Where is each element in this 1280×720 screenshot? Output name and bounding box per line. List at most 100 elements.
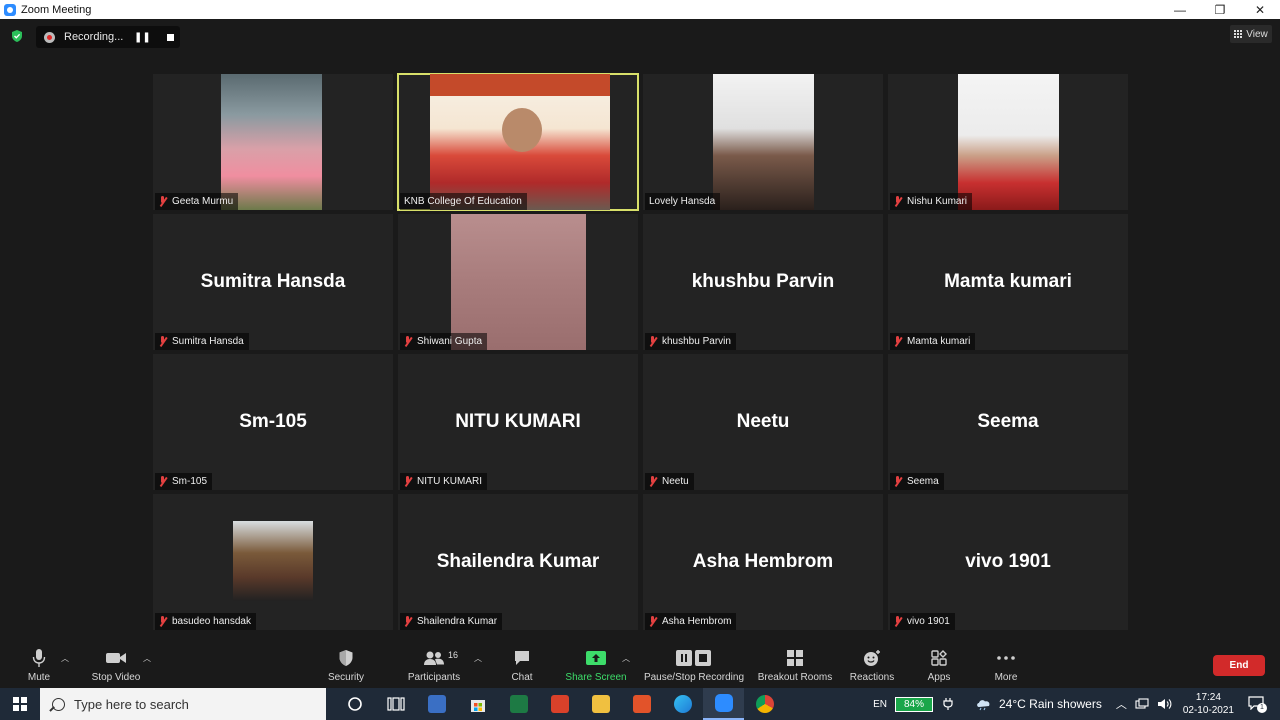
participant-tile[interactable]: Sm-105 Sm-105 [153, 354, 393, 490]
chat-label: Chat [511, 672, 533, 683]
taskbar-app-red[interactable] [539, 688, 580, 720]
participant-name: Sumitra Hansda [172, 336, 244, 347]
pause-stop-recording-button[interactable]: Pause/Stop Recording [642, 639, 746, 688]
tray-chevron-up-icon[interactable]: ︿ [1116, 696, 1127, 712]
participant-tile[interactable]: khushbu Parvin khushbu Parvin [643, 214, 883, 350]
windows-taskbar: Type here to search EN 84% 24°C Rain sho… [0, 688, 1280, 720]
weather-text[interactable]: 24°C Rain showers [999, 697, 1102, 711]
participant-tile[interactable]: basudeo hansdak [153, 494, 393, 630]
participant-tile[interactable]: Asha Hembrom Asha Hembrom [643, 494, 883, 630]
participant-tile[interactable]: Lovely Hansda [643, 74, 883, 210]
muted-mic-icon [648, 336, 657, 347]
taskbar-app-1[interactable] [416, 688, 457, 720]
participant-video [958, 74, 1059, 210]
mute-button[interactable]: Mute [20, 639, 58, 688]
video-person-face [502, 108, 542, 152]
task-view-icon [386, 697, 405, 711]
participant-label: Lovely Hansda [645, 193, 721, 210]
start-button[interactable] [0, 688, 40, 720]
participant-name: Seema [907, 476, 939, 487]
participant-tile[interactable]: NITU KUMARI NITU KUMARI [398, 354, 638, 490]
taskbar-chrome[interactable] [744, 688, 785, 720]
taskbar-office[interactable] [621, 688, 662, 720]
clock[interactable]: 17:24 02-10-2021 [1183, 691, 1234, 717]
video-camera-icon [106, 653, 126, 663]
participant-name: vivo 1901 [907, 616, 950, 627]
chat-button[interactable]: Chat [507, 639, 537, 688]
taskbar-apps [334, 688, 785, 720]
encryption-shield-icon[interactable] [10, 29, 24, 43]
apps-button[interactable]: Apps [924, 639, 954, 688]
stop-video-button[interactable]: Stop Video [88, 639, 144, 688]
taskbar-excel[interactable] [498, 688, 539, 720]
participant-tile[interactable]: Seema Seema [888, 354, 1128, 490]
taskbar-search[interactable]: Type here to search [40, 688, 326, 720]
recording-dot-icon [44, 31, 55, 43]
participant-display-name: Sumitra Hansda [200, 271, 346, 292]
participant-tile-active-speaker[interactable]: KNB College Of Education [397, 73, 639, 211]
participant-video [430, 74, 610, 210]
share-screen-button[interactable]: Share Screen [564, 639, 628, 688]
share-screen-icon [586, 651, 606, 665]
breakout-rooms-button[interactable]: Breakout Rooms [756, 639, 834, 688]
muted-mic-icon [893, 616, 902, 627]
reactions-button[interactable]: Reactions [848, 639, 896, 688]
participants-options-chevron-up-icon[interactable]: ︿ [474, 653, 482, 664]
security-label: Security [327, 672, 365, 683]
language-indicator[interactable]: EN [873, 699, 887, 710]
battery-indicator[interactable]: 84% [895, 696, 933, 712]
muted-mic-icon [893, 336, 902, 347]
participant-display-name: Asha Hembrom [692, 551, 834, 572]
volume-icon[interactable] [1157, 698, 1173, 710]
task-view-button[interactable] [375, 688, 416, 720]
audio-options-chevron-up-icon[interactable]: ︿ [61, 653, 69, 664]
stop-recording-icon[interactable] [166, 33, 174, 41]
close-button[interactable]: ✕ [1240, 0, 1280, 19]
participant-tile[interactable]: Sumitra Hansda Sumitra Hansda [153, 214, 393, 350]
security-button[interactable]: Security [323, 639, 369, 688]
muted-mic-icon [403, 336, 412, 347]
participants-button[interactable]: Participants [404, 639, 464, 688]
meeting-area: Recording... ❚❚ View Geeta Murmu KNB Col… [0, 19, 1280, 639]
gallery-grid: Geeta Murmu KNB College Of Education Lov… [153, 73, 1128, 631]
network-icon[interactable] [1135, 698, 1149, 710]
participant-tile[interactable]: vivo 1901 vivo 1901 [888, 494, 1128, 630]
participant-tile[interactable]: Nishu Kumari [888, 74, 1128, 210]
zoom-app-icon [4, 3, 16, 16]
pause-stop-recording-label: Pause/Stop Recording [643, 672, 745, 683]
participant-name: Asha Hembrom [662, 616, 732, 627]
mute-label: Mute [27, 672, 51, 683]
window-controls: — ❐ ✕ [1160, 0, 1280, 19]
taskbar-zoom[interactable] [703, 688, 744, 720]
view-button-label: View [1246, 28, 1268, 40]
participant-video [713, 74, 814, 210]
taskbar-store[interactable] [457, 688, 498, 720]
view-button[interactable]: View [1230, 25, 1272, 43]
cortana-button[interactable] [334, 688, 375, 720]
participant-tile[interactable]: Geeta Murmu [153, 74, 393, 210]
participant-tile[interactable]: Mamta kumari Mamta kumari [888, 214, 1128, 350]
share-options-chevron-up-icon[interactable]: ︿ [622, 653, 630, 664]
more-dots-icon [997, 656, 1015, 660]
maximize-button[interactable]: ❐ [1200, 0, 1240, 19]
muted-mic-icon [403, 476, 412, 487]
participant-tile[interactable]: Shailendra Kumar Shailendra Kumar [398, 494, 638, 630]
notification-center-button[interactable]: 1 [1248, 695, 1270, 713]
taskbar-file-explorer[interactable] [580, 688, 621, 720]
end-meeting-button[interactable]: End [1213, 655, 1265, 676]
more-button[interactable]: More [990, 639, 1022, 688]
participant-name: khushbu Parvin [662, 336, 731, 347]
participant-name: basudeo hansdak [172, 616, 251, 627]
participant-label: Nishu Kumari [890, 193, 973, 210]
meeting-controls: Mute ︿ Stop Video ︿ Security Participant… [0, 639, 1280, 688]
participant-tile[interactable]: Shiwani Gupta [398, 214, 638, 350]
taskbar-edge[interactable] [662, 688, 703, 720]
video-options-chevron-up-icon[interactable]: ︿ [143, 653, 151, 664]
participant-tile[interactable]: Neetu Neetu [643, 354, 883, 490]
grid-view-icon [1234, 29, 1244, 39]
minimize-button[interactable]: — [1160, 0, 1200, 19]
muted-mic-icon [893, 476, 902, 487]
participant-display-name: Mamta kumari [944, 271, 1072, 292]
apps-label: Apps [927, 672, 951, 683]
pause-recording-icon[interactable]: ❚❚ [134, 32, 151, 43]
